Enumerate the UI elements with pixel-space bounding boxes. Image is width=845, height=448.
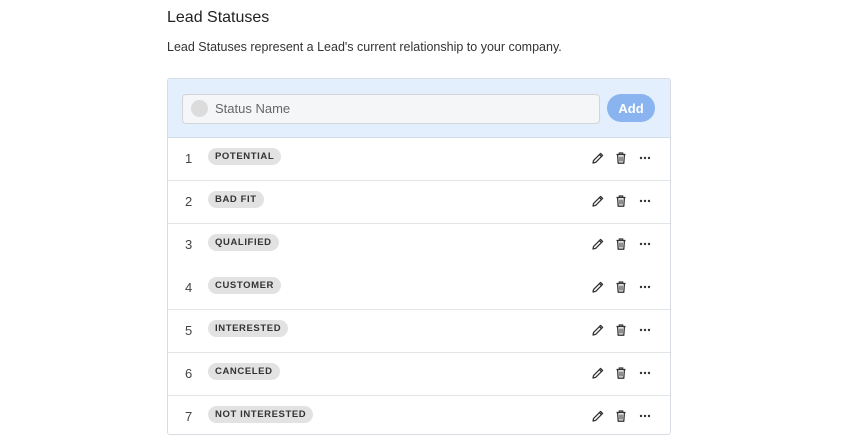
trash-icon[interactable] [613, 408, 629, 424]
status-row-1: 1 POTENTIAL [168, 138, 670, 181]
status-row-4: 4 CUSTOMER [168, 267, 670, 310]
ellipsis-icon[interactable] [637, 150, 653, 166]
add-button[interactable]: Add [607, 94, 655, 122]
pencil-icon[interactable] [590, 279, 606, 295]
ellipsis-icon[interactable] [637, 279, 653, 295]
status-row-6: 6 CANCELED [168, 353, 670, 396]
status-row-7: 7 NOT INTERESTED [168, 396, 670, 434]
trash-icon[interactable] [613, 236, 629, 252]
trash-icon[interactable] [613, 279, 629, 295]
page-description: Lead Statuses represent a Lead's current… [167, 40, 562, 54]
pencil-icon[interactable] [590, 365, 606, 381]
status-badge: CUSTOMER [208, 277, 281, 294]
status-badge: BAD FIT [208, 191, 264, 208]
status-badge: QUALIFIED [208, 234, 279, 251]
add-status-bar: Add [168, 79, 670, 138]
status-badge: NOT INTERESTED [208, 406, 314, 423]
lead-statuses-page: Lead Statuses Lead Statuses represent a … [0, 0, 845, 448]
row-number: 4 [185, 280, 193, 295]
pencil-icon[interactable] [590, 236, 606, 252]
row-number: 7 [185, 409, 193, 424]
status-badge: CANCELED [208, 363, 280, 380]
ellipsis-icon[interactable] [637, 365, 653, 381]
lead-status-panel: Add 1 POTENTIAL [167, 78, 671, 435]
trash-icon[interactable] [613, 150, 629, 166]
row-number: 6 [185, 366, 193, 381]
status-list: 1 POTENTIAL 2 BAD FIT 3 QUALIFIED 4 CUST… [168, 138, 670, 434]
trash-icon[interactable] [613, 193, 629, 209]
color-picker-dot[interactable] [191, 100, 208, 117]
status-badge: INTERESTED [208, 320, 289, 337]
status-name-input[interactable] [215, 95, 585, 121]
row-number: 1 [185, 151, 193, 166]
row-number: 2 [185, 194, 193, 209]
trash-icon[interactable] [613, 365, 629, 381]
row-number: 5 [185, 323, 193, 338]
pencil-icon[interactable] [590, 322, 606, 338]
ellipsis-icon[interactable] [637, 408, 653, 424]
page-title: Lead Statuses [167, 9, 270, 26]
ellipsis-icon[interactable] [637, 236, 653, 252]
trash-icon[interactable] [613, 322, 629, 338]
status-row-2: 2 BAD FIT [168, 181, 670, 224]
pencil-icon[interactable] [590, 193, 606, 209]
ellipsis-icon[interactable] [637, 193, 653, 209]
row-number: 3 [185, 237, 193, 252]
status-name-field [182, 94, 600, 124]
pencil-icon[interactable] [590, 408, 606, 424]
ellipsis-icon[interactable] [637, 322, 653, 338]
status-row-3: 3 QUALIFIED [168, 224, 670, 267]
status-row-5: 5 INTERESTED [168, 310, 670, 353]
status-badge: POTENTIAL [208, 148, 282, 165]
pencil-icon[interactable] [590, 150, 606, 166]
